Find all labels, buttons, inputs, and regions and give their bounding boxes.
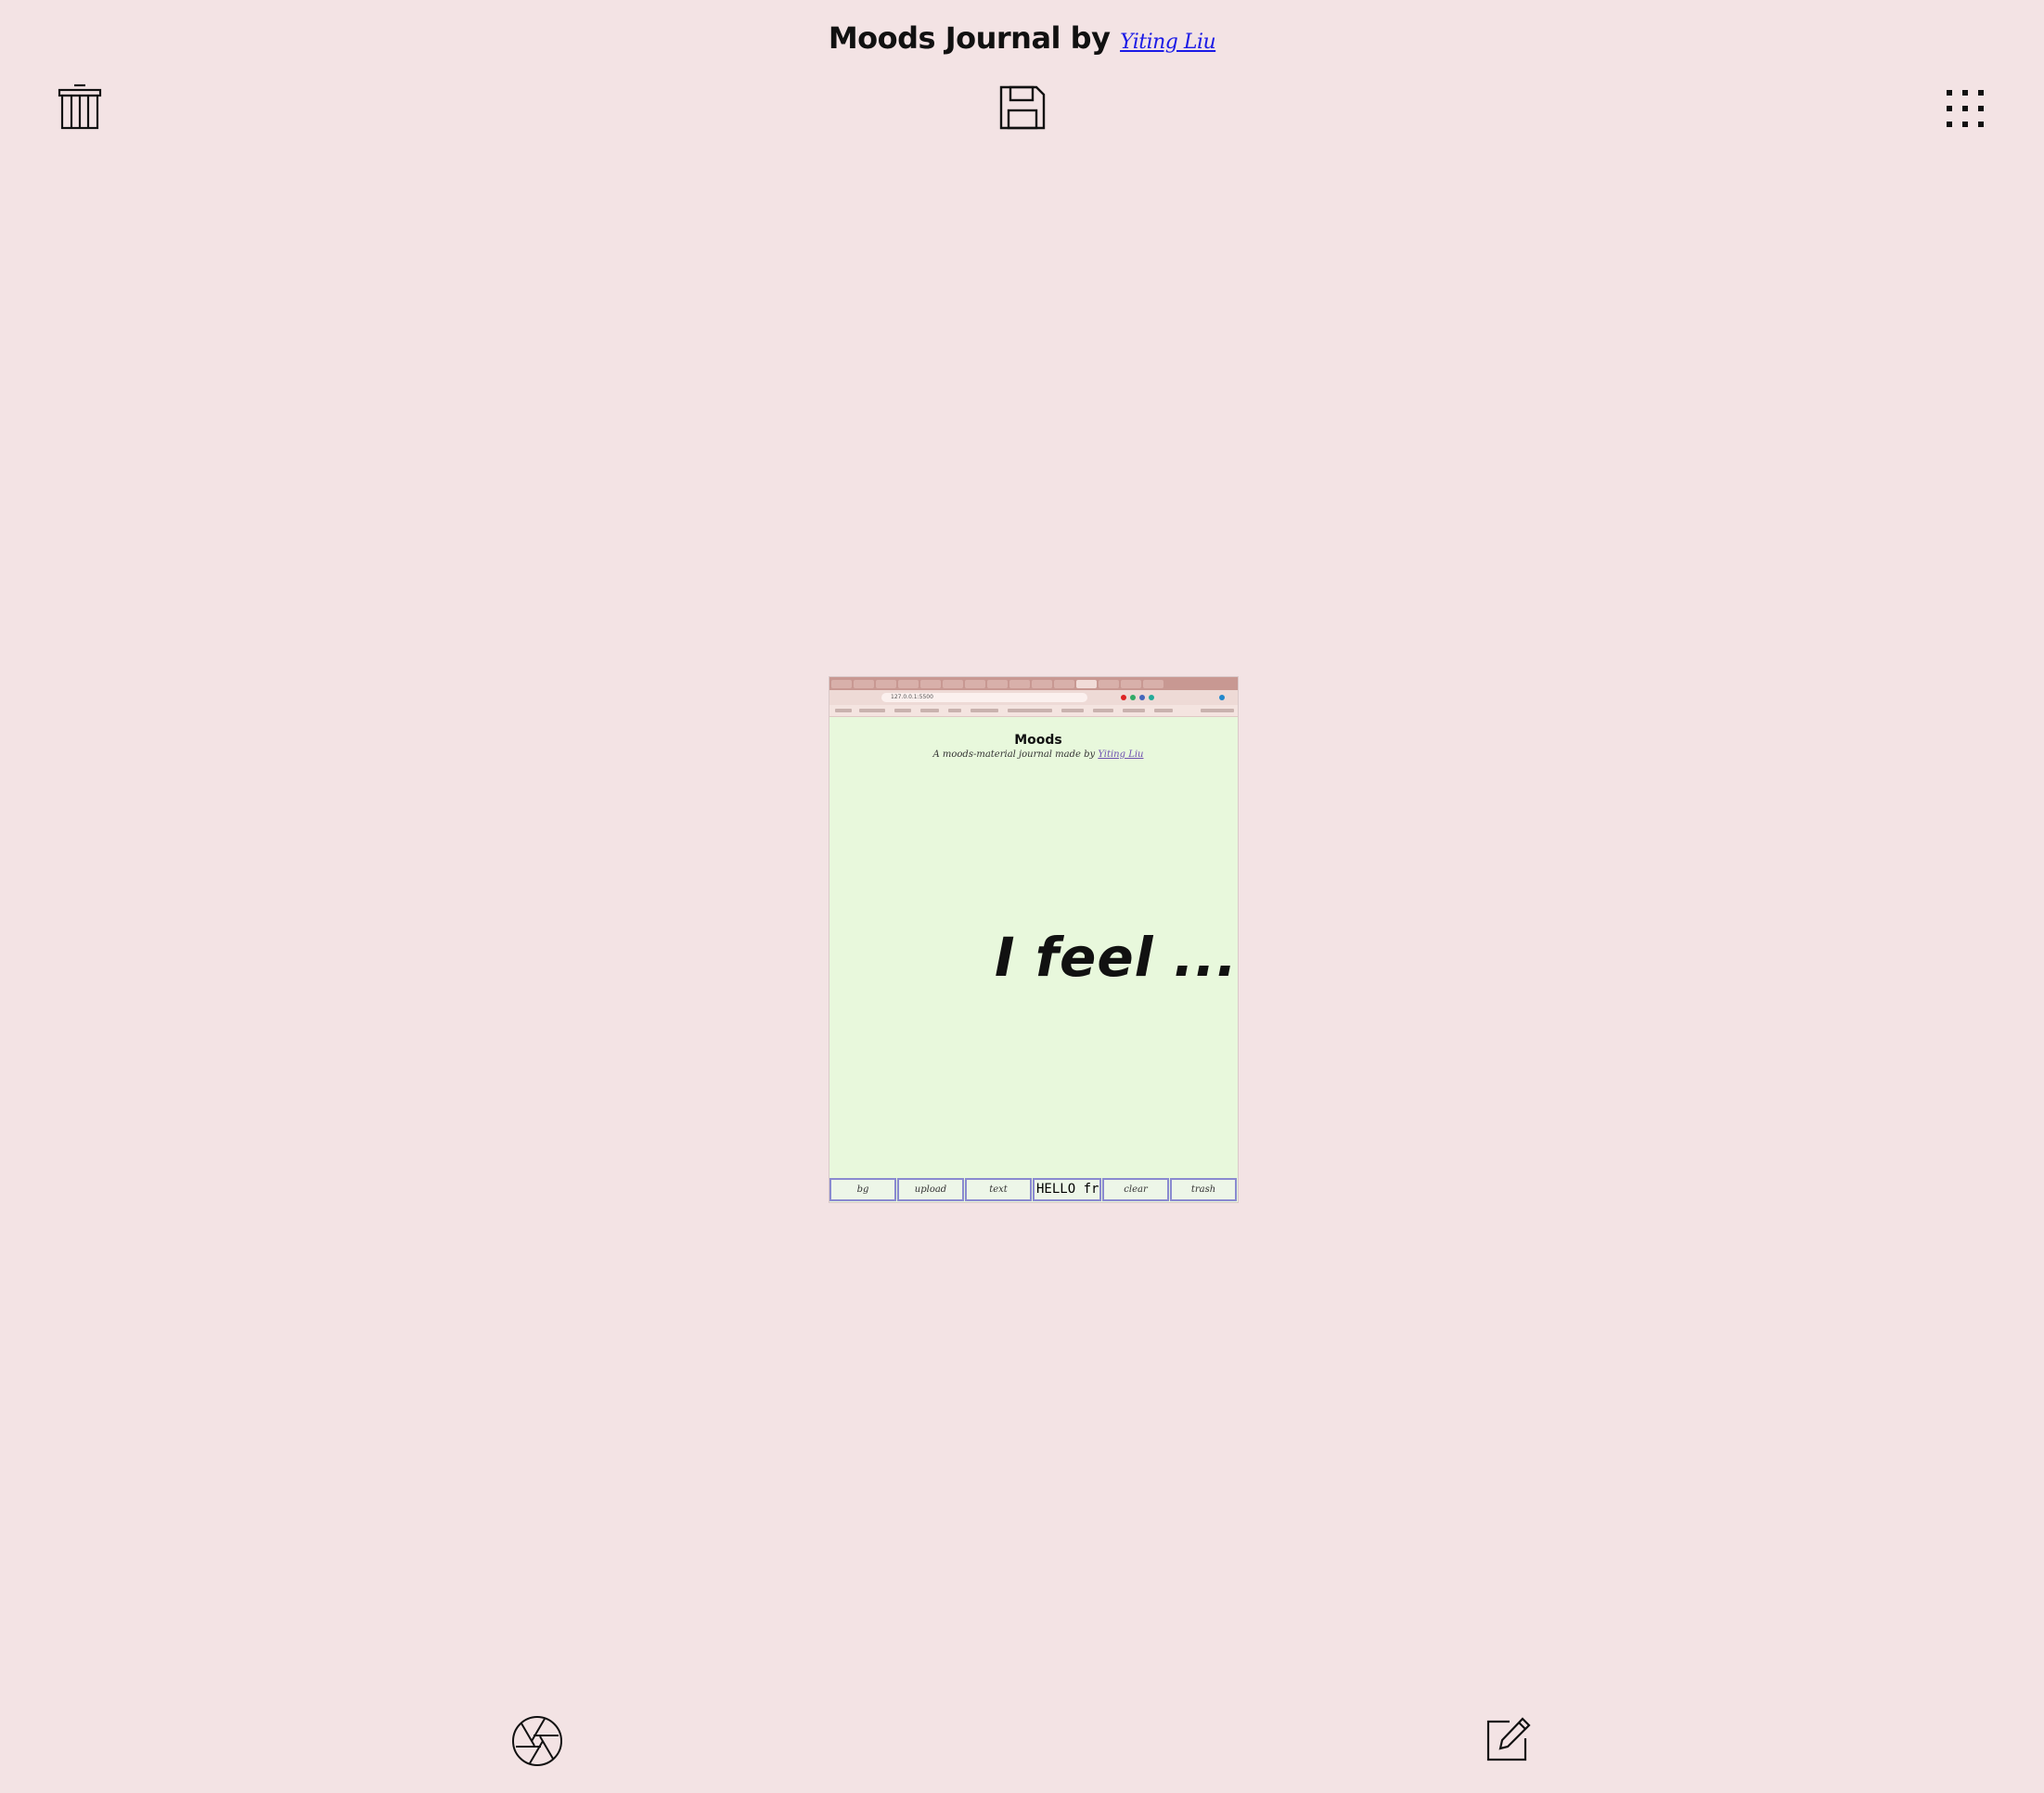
browser-address-bar: 127.0.0.1:5500 bbox=[829, 690, 1238, 705]
browser-bookmarks-bar bbox=[829, 705, 1238, 717]
preview-clear-button[interactable]: clear bbox=[1102, 1178, 1169, 1201]
title-text: Moods Journal by bbox=[828, 20, 1111, 56]
preview-bg-button[interactable]: bg bbox=[829, 1178, 896, 1201]
grid-menu-button[interactable] bbox=[1947, 90, 1984, 127]
preview-text-input[interactable]: HELLO from bbox=[1033, 1178, 1101, 1201]
trash-icon bbox=[58, 83, 102, 130]
trash-button[interactable] bbox=[58, 83, 102, 130]
preview-text-button[interactable]: text bbox=[965, 1178, 1032, 1201]
browser-tab-strip bbox=[829, 677, 1238, 690]
preview-subtitle: A moods-material journal made by Yiting … bbox=[829, 749, 1238, 760]
page-title: Moods Journal by Yiting Liu bbox=[0, 20, 2044, 56]
journal-preview[interactable]: 127.0.0.1:5500 Moods A moods-material jo… bbox=[829, 677, 1238, 1202]
aperture-icon bbox=[512, 1716, 562, 1766]
grid-icon bbox=[1947, 90, 1984, 127]
preview-author-link[interactable]: Yiting Liu bbox=[1098, 749, 1143, 760]
preview-title: Moods bbox=[1014, 733, 1062, 748]
save-icon bbox=[999, 85, 1046, 130]
save-button[interactable] bbox=[998, 84, 1047, 131]
preview-canvas-text: I feel ... bbox=[995, 926, 1238, 989]
browser-url: 127.0.0.1:5500 bbox=[881, 693, 1087, 702]
preview-trash-button[interactable]: trash bbox=[1170, 1178, 1237, 1201]
author-link[interactable]: Yiting Liu bbox=[1120, 31, 1216, 54]
edit-icon bbox=[1486, 1717, 1531, 1761]
camera-button[interactable] bbox=[511, 1715, 563, 1767]
preview-toolbar: bg upload text HELLO from clear trash bbox=[829, 1178, 1238, 1201]
preview-subtitle-text: A moods-material journal made by bbox=[932, 749, 1096, 760]
preview-upload-button[interactable]: upload bbox=[897, 1178, 964, 1201]
edit-button[interactable] bbox=[1485, 1716, 1532, 1762]
